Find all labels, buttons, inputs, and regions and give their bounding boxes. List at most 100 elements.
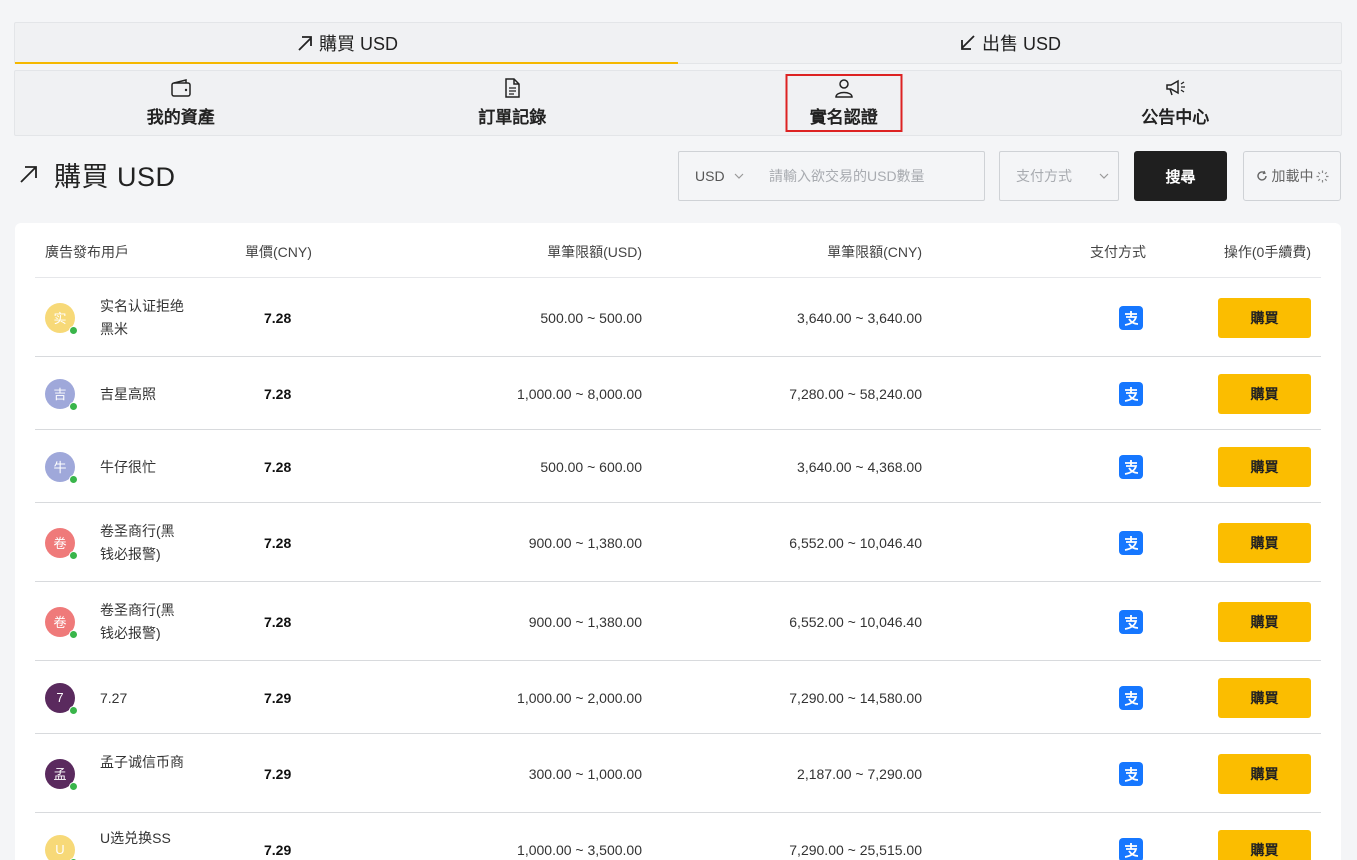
avatar: 卷 — [45, 527, 78, 560]
search-button[interactable]: 搜尋 — [1134, 151, 1227, 201]
online-status-dot — [69, 401, 78, 411]
limit-cny: 6,552.00 ~ 10,046.40 — [789, 534, 922, 551]
advertiser-name: 牛仔很忙 — [100, 458, 156, 475]
buy-button[interactable]: 購買 — [1218, 601, 1311, 642]
avatar: U — [45, 834, 78, 860]
trade-tabs: 購買 USD 出售 USD — [14, 22, 1342, 64]
tab-buy-usd-label: 購買 USD — [318, 34, 398, 54]
advertiser-name: U选兑换SS — [100, 829, 171, 846]
col-operation: 操作(0手續費) — [1223, 244, 1311, 260]
unit-price: 7.29 — [264, 765, 292, 782]
nav-order-records[interactable]: 訂單記錄 — [347, 71, 679, 135]
buy-button[interactable]: 購買 — [1218, 446, 1311, 487]
alipay-icon — [1119, 609, 1143, 634]
table-row: 卷 卷圣商行(黑钱必报警) 7.28 900.00 ~ 1,380.00 6,552.0… — [35, 503, 1321, 582]
advertiser-name: 实名认证拒绝黑米 — [100, 297, 184, 337]
col-limit-cny: 單筆限額(CNY) — [827, 244, 922, 260]
chevron-down-icon[interactable] — [733, 170, 745, 182]
currency-select[interactable]: USD — [695, 168, 725, 184]
col-price: 單價(CNY) — [245, 244, 312, 260]
alipay-icon — [1119, 454, 1143, 479]
table-header: 廣告發布用戶 單價(CNY) 單筆限額(USD) 單筆限額(CNY) 支付方式 … — [35, 223, 1321, 278]
col-payment: 支付方式 — [1090, 244, 1146, 260]
online-status-dot — [69, 474, 78, 484]
limit-usd: 900.00 ~ 1,380.00 — [528, 534, 642, 551]
advertiser-name: 7.27 — [100, 689, 128, 706]
advertiser-name: 卷圣商行(黑钱必报警) — [100, 522, 175, 562]
top-strip — [0, 0, 1357, 10]
chevron-down-icon — [1099, 173, 1109, 179]
ads-table: 廣告發布用戶 單價(CNY) 單筆限額(USD) 單筆限額(CNY) 支付方式 … — [15, 223, 1341, 860]
limit-cny: 3,640.00 ~ 3,640.00 — [797, 309, 922, 326]
buy-button[interactable]: 購買 — [1218, 753, 1311, 794]
refresh-button[interactable]: 加載中 — [1243, 151, 1341, 201]
tab-sell-usd-label: 出售 USD — [981, 34, 1061, 54]
document-icon — [505, 78, 520, 98]
online-status-dot — [69, 705, 78, 715]
buy-button[interactable]: 購買 — [1218, 297, 1311, 338]
table-row: 吉 吉星高照 7.28 1,000.00 ~ 8,000.00 7,280.00 ~ 5… — [35, 357, 1321, 430]
avatar-initial: U — [55, 842, 65, 857]
amount-input[interactable] — [769, 168, 959, 184]
payment-method-placeholder: 支付方式 — [1016, 168, 1072, 184]
buy-button[interactable]: 購買 — [1218, 373, 1311, 414]
table-row: 7 7.27 7.29 1,000.00 ~ 2,000.00 7,290.00 ~ 1… — [35, 661, 1321, 734]
nav-order-records-label: 訂單記錄 — [478, 108, 547, 127]
limit-usd: 1,000.00 ~ 8,000.00 — [517, 385, 642, 402]
limit-cny: 7,290.00 ~ 14,580.00 — [789, 689, 922, 706]
online-status-dot — [69, 781, 78, 791]
avatar-initial: 7 — [56, 690, 64, 705]
buy-button[interactable]: 購買 — [1218, 677, 1311, 718]
alipay-icon — [1119, 685, 1143, 710]
nav-my-assets[interactable]: 我的資產 — [15, 71, 347, 135]
unit-price: 7.28 — [264, 458, 292, 475]
limit-cny: 3,640.00 ~ 4,368.00 — [797, 458, 922, 475]
nav-my-assets-label: 我的資產 — [146, 108, 215, 127]
alipay-icon — [1119, 530, 1143, 555]
limit-cny: 2,187.00 ~ 7,290.00 — [797, 765, 922, 782]
nav-announcements[interactable]: 公告中心 — [1010, 71, 1342, 135]
unit-price: 7.28 — [264, 534, 292, 551]
limit-cny: 7,290.00 ~ 25,515.00 — [789, 841, 922, 858]
avatar: 卷 — [45, 606, 78, 639]
arrow-up-right-icon — [298, 36, 312, 51]
nav-identity-verification[interactable]: 實名認證 — [678, 71, 1010, 135]
avatar-initial: 孟 — [53, 767, 67, 782]
table-row: U U选兑换SS 7.29 1,000.00 ~ 3,500.00 7,290.00 ~… — [35, 813, 1321, 860]
online-status-dot — [69, 629, 78, 639]
avatar: 牛 — [45, 451, 78, 484]
unit-price: 7.28 — [264, 309, 292, 326]
buy-button[interactable]: 購買 — [1218, 829, 1311, 860]
alipay-icon — [1119, 761, 1143, 786]
avatar: 实 — [45, 302, 78, 335]
wallet-icon — [171, 79, 191, 97]
table-row: 孟 孟子诚信币商 7.29 300.00 ~ 1,000.00 2,187.00 ~ 7… — [35, 734, 1321, 813]
tab-sell-usd[interactable]: 出售 USD — [678, 23, 1341, 63]
avatar-initial: 卷 — [53, 615, 67, 630]
unit-price: 7.28 — [264, 385, 292, 402]
col-user: 廣告發布用戶 — [45, 244, 129, 260]
limit-cny: 7,280.00 ~ 58,240.00 — [789, 385, 922, 402]
tab-buy-usd[interactable]: 購買 USD — [15, 23, 678, 64]
megaphone-icon — [1166, 79, 1186, 96]
advertiser-name: 卷圣商行(黑钱必报警) — [100, 601, 175, 641]
nav-announcements-label: 公告中心 — [1141, 108, 1210, 127]
unit-price: 7.29 — [264, 841, 292, 858]
page-header: 購買 USD — [18, 152, 176, 196]
avatar-initial: 吉 — [53, 387, 67, 402]
nav-identity-verification-label: 實名認證 — [809, 108, 878, 127]
avatar-initial: 牛 — [53, 460, 67, 475]
limit-usd: 300.00 ~ 1,000.00 — [528, 765, 642, 782]
table-row: 实 实名认证拒绝黑米 7.28 500.00 ~ 500.00 3,640.00 ~ 3… — [35, 278, 1321, 357]
alipay-icon — [1119, 305, 1143, 330]
col-limit-usd: 單筆限額(USD) — [547, 244, 642, 260]
avatar-initial: 卷 — [53, 536, 67, 551]
buy-button[interactable]: 購買 — [1218, 522, 1311, 563]
online-status-dot — [69, 325, 78, 335]
limit-cny: 6,552.00 ~ 10,046.40 — [789, 613, 922, 630]
user-icon — [834, 79, 853, 98]
table-row: 牛 牛仔很忙 7.28 500.00 ~ 600.00 3,640.00 ~ 4,368… — [35, 430, 1321, 503]
unit-price: 7.29 — [264, 689, 292, 706]
payment-method-select[interactable]: 支付方式 — [999, 151, 1119, 201]
arrow-down-left-icon — [961, 35, 975, 50]
